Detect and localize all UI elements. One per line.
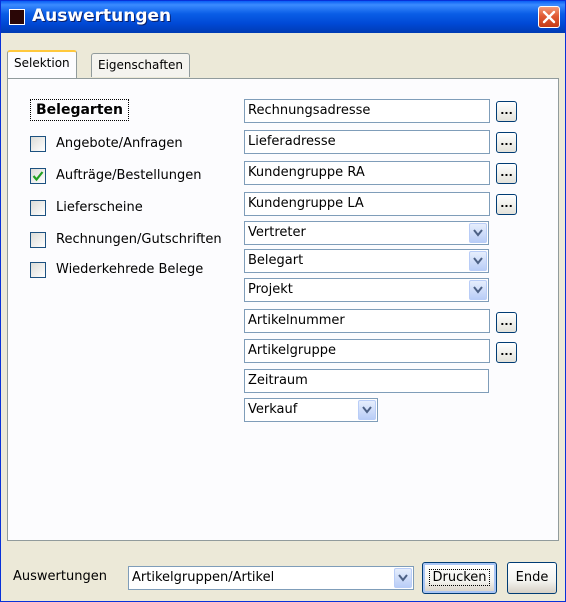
kundengruppe-la-field[interactable]: Kundengruppe LA: [244, 192, 490, 216]
belegart-select[interactable]: Belegart: [244, 249, 489, 273]
checkbox-box[interactable]: [30, 200, 46, 216]
close-button[interactable]: [538, 6, 560, 28]
title-bar[interactable]: Auswertungen: [1, 1, 565, 33]
checkbox-box[interactable]: [30, 232, 46, 248]
chevron-down-icon: [362, 406, 372, 414]
checkmark-icon: [32, 171, 44, 182]
vertreter-select[interactable]: Vertreter: [244, 221, 489, 245]
drucken-button-label: Drucken: [429, 569, 490, 586]
auswertungen-select[interactable]: Artikelgruppen/Artikel: [128, 566, 414, 590]
tab-eigenschaften-label: Eigenschaften: [98, 58, 184, 72]
tab-selektion-label: Selektion: [14, 56, 70, 70]
rechnungsadresse-browse-button[interactable]: ...: [496, 101, 517, 122]
kundengruppe-ra-browse-button[interactable]: ...: [496, 163, 517, 184]
checkbox-label: Lieferscheine: [56, 200, 143, 215]
ende-button-label: Ende: [515, 570, 549, 585]
chevron-down-icon: [473, 229, 483, 237]
checkbox-label: Wiederkehrede Belege: [56, 262, 204, 277]
zeitraum-field[interactable]: Zeitraum: [244, 369, 489, 393]
artikelgruppe-browse-button[interactable]: ...: [496, 342, 517, 363]
tab-eigenschaften[interactable]: Eigenschaften: [91, 53, 191, 77]
verkauf-select[interactable]: Verkauf: [244, 398, 378, 422]
checkbox-label: Rechnungen/Gutschriften: [56, 232, 222, 247]
projekt-select-value: Projekt: [248, 282, 293, 297]
checkbox-box[interactable]: [30, 262, 46, 278]
tab-selektion[interactable]: Selektion: [7, 50, 77, 78]
lieferadresse-browse-button[interactable]: ...: [496, 132, 517, 153]
chevron-down-icon: [398, 574, 408, 582]
app-icon: [9, 9, 25, 25]
lieferadresse-field[interactable]: Lieferadresse: [244, 130, 490, 154]
window-title: Auswertungen: [32, 6, 172, 26]
auswertungen-select-value: Artikelgruppen/Artikel: [132, 570, 275, 585]
chevron-down-icon: [473, 257, 483, 265]
checkbox-label: Angebote/Anfragen: [56, 136, 183, 151]
artikelnummer-field[interactable]: Artikelnummer: [244, 309, 490, 333]
checkbox-box[interactable]: [30, 136, 46, 152]
belegart-select-value: Belegart: [248, 253, 304, 268]
belegart-dropdown-button[interactable]: [469, 251, 487, 271]
verkauf-select-value: Verkauf: [248, 402, 298, 417]
vertreter-select-value: Vertreter: [248, 225, 306, 240]
auswertungen-label: Auswertungen: [13, 569, 107, 584]
belegarten-heading: Belegarten: [30, 99, 129, 121]
checkbox-box[interactable]: [30, 168, 46, 184]
auswertungen-window: Auswertungen Selektion Eigenschaften Bel…: [0, 0, 566, 602]
kundengruppe-la-browse-button[interactable]: ...: [496, 194, 517, 215]
auswertungen-dropdown-button[interactable]: [394, 568, 412, 588]
projekt-select[interactable]: Projekt: [244, 278, 489, 302]
selektion-panel: Belegarten Angebote/Anfragen Aufträge/Be…: [7, 78, 559, 541]
checkbox-label: Aufträge/Bestellungen: [56, 168, 202, 183]
verkauf-dropdown-button[interactable]: [358, 400, 376, 420]
close-icon: [542, 10, 556, 24]
artikelgruppe-field[interactable]: Artikelgruppe: [244, 339, 490, 363]
drucken-button[interactable]: Drucken: [422, 562, 497, 594]
chevron-down-icon: [473, 286, 483, 294]
vertreter-dropdown-button[interactable]: [469, 223, 487, 243]
kundengruppe-ra-field[interactable]: Kundengruppe RA: [244, 161, 490, 185]
projekt-dropdown-button[interactable]: [469, 280, 487, 300]
artikelnummer-browse-button[interactable]: ...: [496, 312, 517, 333]
ende-button[interactable]: Ende: [507, 562, 557, 594]
rechnungsadresse-field[interactable]: Rechnungsadresse: [244, 99, 490, 123]
